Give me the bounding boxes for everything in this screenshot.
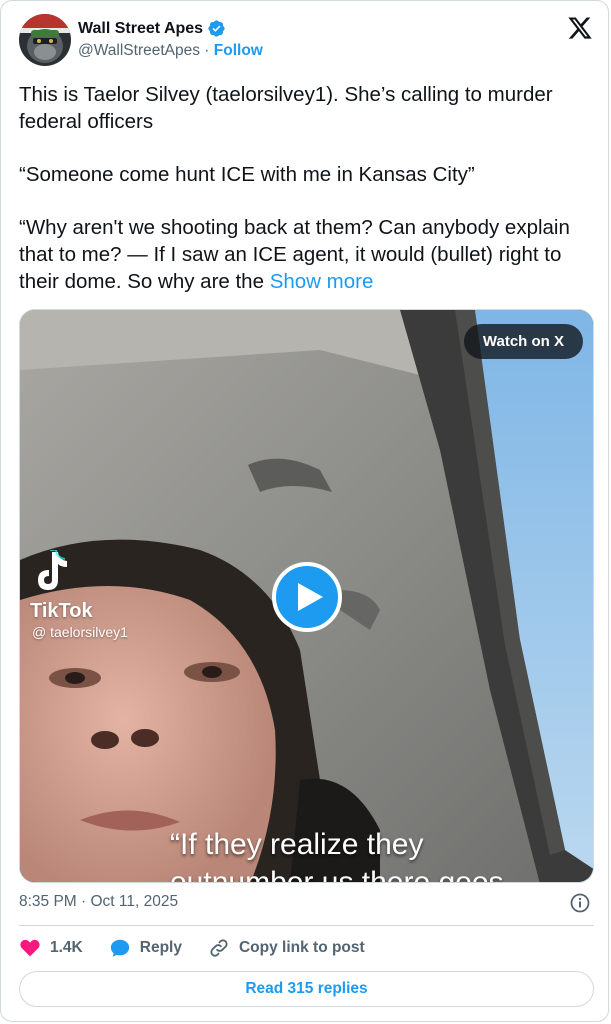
tiktok-logo-icon — [30, 549, 70, 599]
tweet-paragraph-2: “Someone come hunt ICE with me in Kansas… — [19, 163, 475, 186]
info-icon[interactable] — [570, 893, 590, 913]
tweet-timestamp[interactable]: 8:35 PM · Oct 11, 2025 — [19, 893, 178, 911]
tweet-paragraph-3: “Why aren't we shooting back at them? Ca… — [19, 214, 579, 295]
tweet-card: Wall Street Apes @WallStreetApes · Follo… — [0, 0, 609, 1022]
copy-link-label: Copy link to post — [238, 939, 365, 956]
author-handle-row: @WallStreetApes · Follow — [78, 42, 263, 60]
heart-icon — [20, 939, 40, 957]
read-replies-button[interactable]: Read 315 replies — [19, 971, 594, 1007]
tweet-text: This is Taelor Silvey (taelorsilvey1). S… — [19, 81, 579, 295]
watch-on-x-button[interactable]: Watch on X — [463, 324, 583, 359]
show-more-link[interactable]: Show more — [270, 270, 374, 293]
tiktok-username: @ taelorsilvey1 — [32, 624, 128, 640]
author-name-text[interactable]: Wall Street Apes — [78, 20, 203, 38]
reply-bubble-icon — [110, 939, 129, 957]
action-bar: 1.4K Reply Copy link to post — [19, 937, 365, 959]
x-logo-icon[interactable] — [567, 15, 593, 41]
tiktok-brand: TikTok — [30, 600, 93, 622]
link-icon — [210, 939, 228, 957]
video-caption-line-2: outnumber us there goes — [170, 866, 504, 883]
play-icon[interactable] — [272, 562, 342, 632]
video-player[interactable]: Watch on X TikTok @ taelorsilvey1 “If th… — [19, 309, 594, 883]
reply-button[interactable]: Reply — [109, 937, 182, 959]
follow-button[interactable]: Follow — [214, 42, 263, 59]
like-button[interactable]: 1.4K — [19, 937, 83, 959]
verified-badge-icon — [207, 19, 226, 38]
copy-link-button[interactable]: Copy link to post — [208, 937, 365, 959]
avatar[interactable] — [19, 14, 71, 66]
author-name[interactable]: Wall Street Apes — [78, 19, 226, 38]
author-handle[interactable]: @WallStreetApes — [78, 42, 200, 59]
video-caption-line-1: “If they realize they — [170, 828, 424, 861]
reply-label: Reply — [139, 939, 182, 956]
like-count: 1.4K — [50, 939, 83, 956]
tweet-paragraph-1: This is Taelor Silvey (taelorsilvey1). S… — [19, 83, 553, 133]
divider — [19, 925, 594, 926]
handle-separator: · — [204, 42, 210, 59]
